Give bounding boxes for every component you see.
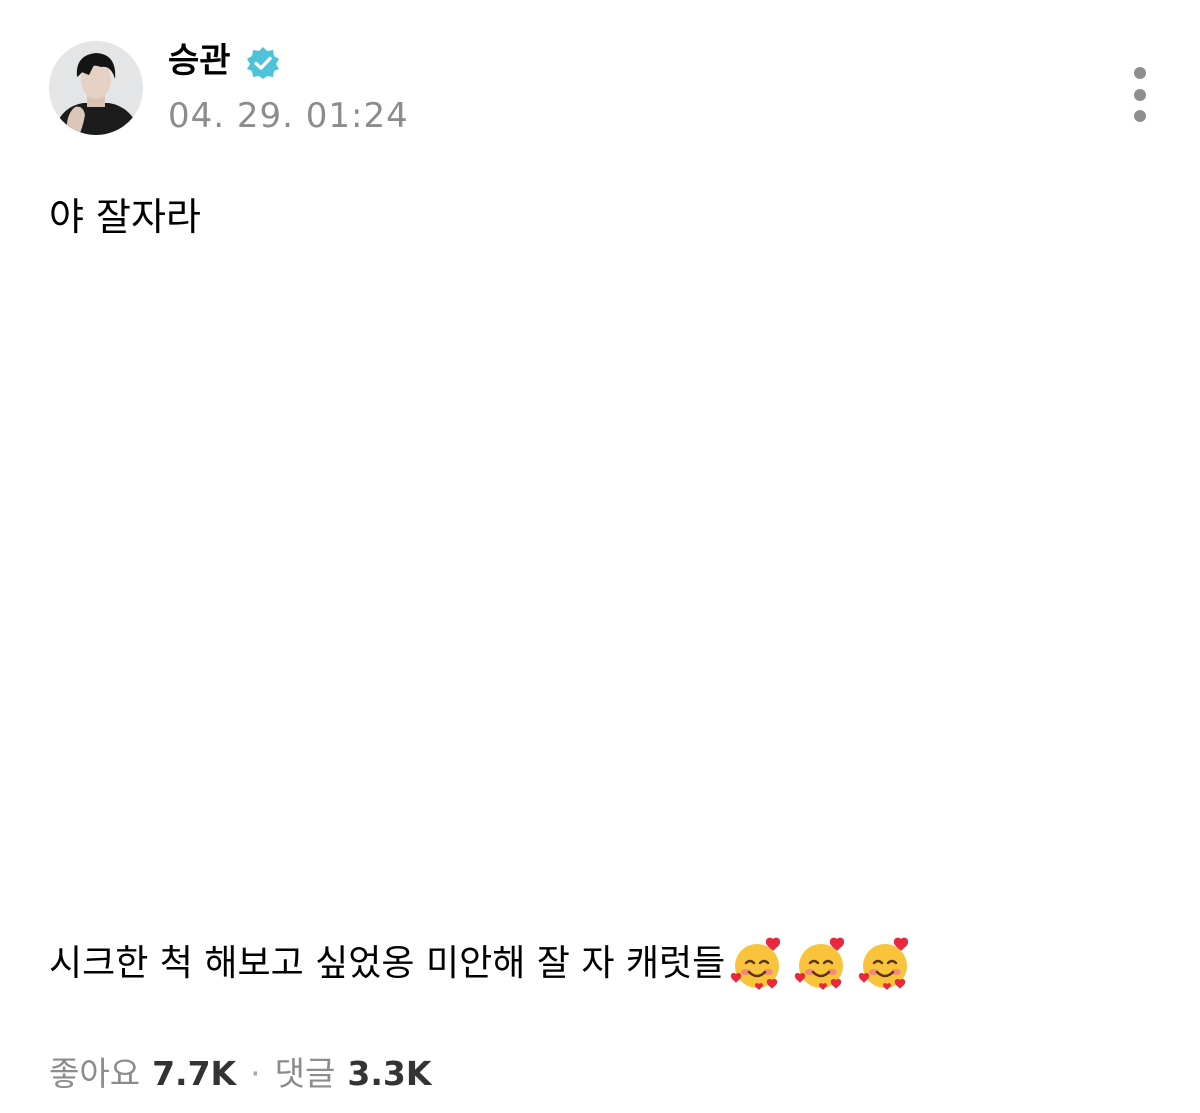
emoji-group [729,936,913,992]
smiling-face-with-hearts-icon [859,937,909,990]
avatar-photo [49,41,143,135]
post-body: 시크한 척 해보고 싶었옹 미안해 잘 자 캐럿들 [49,936,913,992]
author-name[interactable]: 승관 [168,38,231,84]
post-stats: 좋아요 7.7K · 댓글 3.3K [49,1051,431,1097]
post-timestamp: 04. 29. 01:24 [168,96,409,136]
smiling-face-with-hearts-icon [795,937,845,990]
post-body-text: 시크한 척 해보고 싶었옹 미안해 잘 자 캐럿들 [49,943,726,984]
comments-label: 댓글 [274,1054,336,1093]
more-options-button[interactable] [1118,62,1162,130]
smiling-face-with-hearts-icon [731,937,781,990]
likes-count-link[interactable]: 좋아요 7.7K [49,1051,236,1097]
verified-badge-icon [247,47,279,79]
likes-value: 7.7K [152,1054,237,1093]
comments-count-link[interactable]: 댓글 3.3K [275,1051,432,1097]
post-card: 승관 04. 29. 01:24 야 잘자라 시크한 척 해보고 싶었옹 미안해… [0,0,1200,1113]
author-avatar[interactable] [49,41,143,135]
post-title: 야 잘자라 [49,195,201,239]
likes-label: 좋아요 [49,1054,141,1093]
stats-separator: · [250,1054,261,1093]
comments-value: 3.3K [347,1054,432,1093]
